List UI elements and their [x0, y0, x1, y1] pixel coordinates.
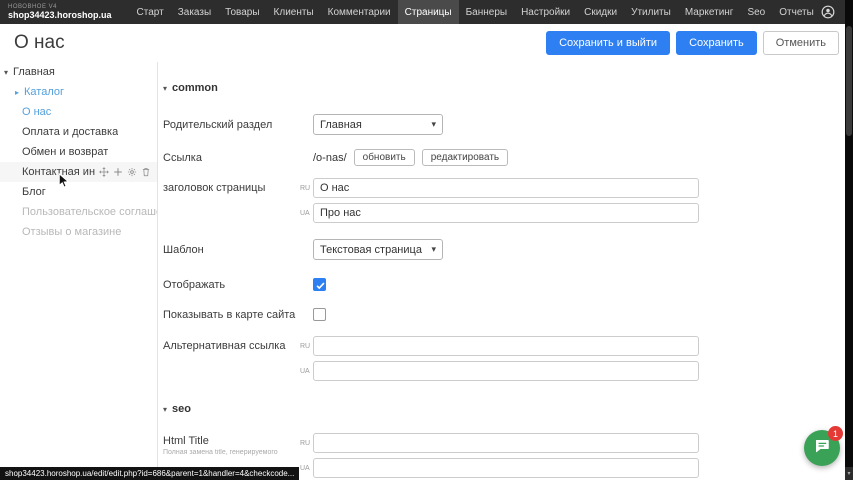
menu-item-start[interactable]: Старт: [130, 0, 171, 24]
section-common[interactable]: ▾ common: [163, 82, 845, 94]
sidebar-item-home[interactable]: ▾ Главная: [0, 62, 157, 82]
menu-item-products[interactable]: Товары: [218, 0, 266, 24]
sidebar-item-store-reviews[interactable]: Отзывы о магазине: [0, 222, 157, 242]
alt-link-row: Альтернативная ссылка RU UA: [163, 336, 845, 381]
sidebar-item-blog[interactable]: Блог: [0, 182, 157, 202]
main-menu: Старт Заказы Товары Клиенты Комментарии …: [130, 0, 821, 24]
chevron-down-icon: ▾: [431, 119, 436, 130]
edit-link-button[interactable]: редактировать: [422, 149, 508, 166]
parent-section-row: Родительский раздел Главная ▾: [163, 114, 845, 135]
page-title-row: заголовок страницы RU UA: [163, 178, 845, 223]
html-title-ru-input[interactable]: [313, 433, 699, 453]
alt-link-ru-input[interactable]: [313, 336, 699, 356]
page-title-ru-input[interactable]: [313, 178, 699, 198]
html-title-hint: Полная замена title, генерируемого: [163, 449, 297, 456]
chevron-down-icon: ▾: [163, 84, 167, 93]
browser-status-bar: shop34423.horoshop.ua/edit/edit.php?id=6…: [0, 467, 299, 480]
chevron-down-icon[interactable]: ▾: [4, 68, 13, 77]
menu-item-seo[interactable]: Seo: [740, 0, 772, 24]
page-title: О нас: [14, 32, 65, 54]
page: НОВОВНОЕ V4 shop34423.horoshop.ua Старт …: [0, 0, 853, 480]
alt-link-ua-input[interactable]: [313, 361, 699, 381]
sidebar-item-payment-delivery[interactable]: Оплата и доставка: [0, 122, 157, 142]
menu-item-orders[interactable]: Заказы: [171, 0, 218, 24]
page-title-ua-input[interactable]: [313, 203, 699, 223]
sitemap-checkbox[interactable]: [313, 308, 326, 321]
trash-icon[interactable]: [141, 167, 151, 177]
ru-tag: RU: [300, 185, 313, 192]
save-and-exit-button[interactable]: Сохранить и выйти: [546, 31, 670, 55]
add-icon[interactable]: [113, 167, 123, 177]
ru-tag: RU: [300, 440, 313, 447]
ru-tag: RU: [300, 343, 313, 350]
sidebar-item-exchange-return[interactable]: Обмен и возврат: [0, 142, 157, 162]
link-row: Ссылка /o-nas/ обновить редактировать: [163, 149, 845, 166]
menu-item-comments[interactable]: Комментарии: [321, 0, 398, 24]
section-seo[interactable]: ▾ seo: [163, 403, 845, 415]
header-buttons: Сохранить и выйти Сохранить Отменить: [546, 31, 839, 55]
gear-icon[interactable]: [127, 167, 137, 177]
template-select[interactable]: Текстовая страница ▾: [313, 239, 443, 260]
cancel-button[interactable]: Отменить: [763, 31, 839, 55]
ua-tag: UA: [300, 368, 313, 375]
logo[interactable]: НОВОВНОЕ V4 shop34423.horoshop.ua: [8, 4, 112, 20]
ua-tag: UA: [300, 465, 313, 472]
menu-item-banners[interactable]: Баннеры: [459, 0, 514, 24]
sidebar-item-user-agreement[interactable]: Пользовательское соглашение: [0, 202, 157, 222]
row-action-icons: [99, 167, 151, 177]
chevron-down-icon: ▾: [163, 405, 167, 414]
ua-tag: UA: [300, 210, 313, 217]
template-row: Шаблон Текстовая страница ▾: [163, 239, 845, 260]
update-link-button[interactable]: обновить: [354, 149, 415, 166]
parent-section-select[interactable]: Главная ▾: [313, 114, 443, 135]
move-icon[interactable]: [99, 167, 109, 177]
display-checkbox[interactable]: [313, 278, 326, 291]
scrollbar[interactable]: ▾: [845, 0, 853, 480]
menu-item-clients[interactable]: Клиенты: [267, 0, 321, 24]
save-button[interactable]: Сохранить: [676, 31, 757, 55]
edit-form: ▾ common Родительский раздел Главная ▾ С…: [158, 62, 845, 480]
account-icon[interactable]: [821, 5, 835, 19]
menu-item-marketing[interactable]: Маркетинг: [678, 0, 741, 24]
chat-launcher-button[interactable]: 1: [804, 430, 840, 466]
sidebar-item-contact-info[interactable]: Контактная инфор: [0, 162, 157, 182]
chevron-down-icon: ▾: [431, 244, 436, 255]
sidebar-item-about[interactable]: О нас: [0, 102, 157, 122]
chevron-right-icon[interactable]: ▸: [15, 88, 24, 97]
menu-item-discounts[interactable]: Скидки: [577, 0, 624, 24]
logo-domain: shop34423.horoshop.ua: [8, 11, 112, 20]
page-header: О нас Сохранить и выйти Сохранить Отмени…: [0, 24, 853, 62]
menu-item-settings[interactable]: Настройки: [514, 0, 577, 24]
sidebar-item-catalog[interactable]: ▸ Каталог: [0, 82, 157, 102]
link-value: /o-nas/: [313, 152, 347, 164]
scrollbar-thumb[interactable]: [846, 26, 852, 136]
chat-icon: [813, 437, 831, 460]
html-title-ua-input[interactable]: [313, 458, 699, 478]
scroll-down-icon[interactable]: ▾: [845, 467, 853, 480]
topbar: НОВОВНОЕ V4 shop34423.horoshop.ua Старт …: [0, 0, 853, 24]
sitemap-row: Показывать в карте сайта: [163, 308, 845, 321]
display-row: Отображать: [163, 278, 845, 291]
menu-item-reports[interactable]: Отчеты: [772, 0, 821, 24]
menu-item-utilities[interactable]: Утилиты: [624, 0, 678, 24]
chat-unread-badge: 1: [828, 426, 843, 441]
menu-item-pages[interactable]: Страницы: [398, 0, 459, 24]
check-icon: [315, 280, 326, 291]
page-tree-sidebar: ▾ Главная ▸ Каталог О нас Оплата и доста…: [0, 62, 157, 480]
